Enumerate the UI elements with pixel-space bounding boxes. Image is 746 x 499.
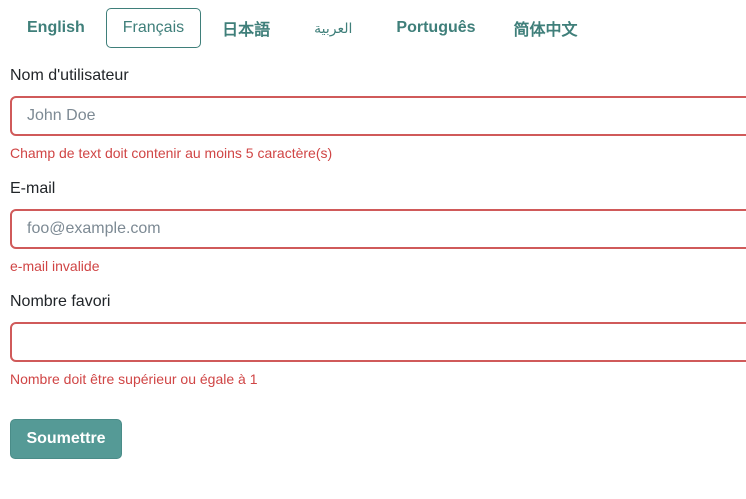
lang-tab-arabic[interactable]: العربية — [291, 8, 375, 48]
email-input[interactable] — [10, 209, 746, 249]
email-error: e-mail invalide — [10, 258, 100, 274]
lang-tab-francais[interactable]: Français — [105, 8, 202, 48]
language-switcher: English Français 日本語 العربية Português 简… — [10, 8, 599, 48]
username-label: Nom d'utilisateur — [10, 67, 129, 84]
lang-tab-english[interactable]: English — [10, 8, 102, 48]
username-error: Champ de text doit contenir au moins 5 c… — [10, 145, 333, 161]
lang-tab-chinese-simplified[interactable]: 简体中文 — [497, 8, 595, 48]
page: English Français 日本語 العربية Português 简… — [0, 0, 746, 499]
lang-tab-japanese[interactable]: 日本語 — [205, 8, 287, 48]
lang-tab-portuguese[interactable]: Português — [379, 8, 492, 48]
favorite-number-error: Nombre doit être supérieur ou égale à 1 — [10, 371, 258, 387]
username-input[interactable] — [10, 96, 746, 136]
submit-button[interactable]: Soumettre — [10, 419, 122, 459]
favorite-number-label: Nombre favori — [10, 293, 111, 310]
favorite-number-input[interactable] — [10, 322, 746, 362]
email-label: E-mail — [10, 180, 56, 197]
